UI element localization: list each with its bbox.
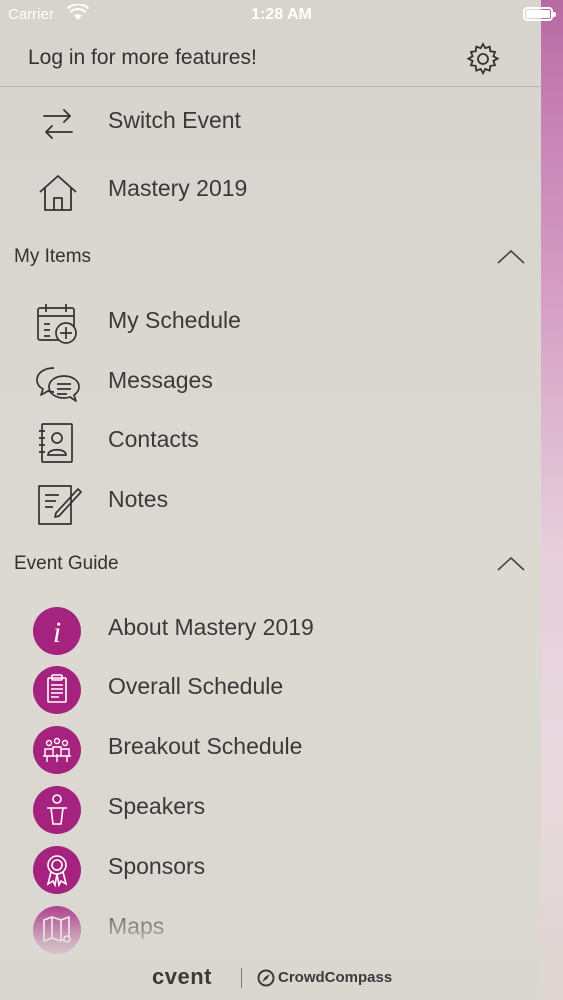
menu-item-contacts[interactable]: Contacts [0,413,541,469]
map-icon [33,906,81,954]
menu-item-label: Overall Schedule [108,673,284,699]
menu-item-my-schedule[interactable]: My Schedule [0,294,541,350]
home-icon [39,175,77,211]
menu-item-label: Speakers [108,793,206,819]
background-app-strip[interactable] [541,0,563,1000]
menu-item-about[interactable]: i About Mastery 2019 [0,601,541,657]
status-bar: Carrier 1:28 AM [0,0,563,30]
menu-item-label: Contacts [108,426,199,452]
svg-text:i: i [53,616,61,649]
menu-item-speakers[interactable]: Speakers [0,780,541,836]
podium-icon [33,786,81,834]
calendar-add-icon [37,304,77,344]
crowdcompass-logo: CrowdCompass [278,969,393,986]
navigation-drawer: Log in for more features! Switch Event M [0,0,541,1000]
chat-bubbles-icon [36,367,80,402]
menu-item-label: Maps [108,913,165,939]
footer-divider [241,968,242,988]
section-title: My Items [14,246,92,267]
login-prompt[interactable]: Log in for more features! [28,46,257,70]
crowdcompass-logo-icon [257,969,275,987]
menu-item-notes[interactable]: Notes [0,473,541,529]
info-icon: i [33,607,81,655]
menu-item-breakout-schedule[interactable]: Breakout Schedule [0,720,541,776]
menu-item-label: Mastery 2019 [108,175,248,201]
menu-item-sponsors[interactable]: Sponsors [0,840,541,896]
section-header-event-guide[interactable]: Event Guide [0,545,541,585]
drawer-header: Log in for more features! [0,30,541,87]
menu-item-label: Switch Event [108,107,241,133]
chevron-up-icon[interactable] [496,555,526,573]
menu-item-label: About Mastery 2019 [108,614,314,640]
notes-icon [38,485,82,525]
menu-item-label: Messages [108,367,213,393]
menu-item-maps[interactable]: Maps [0,900,541,956]
menu-item-mastery-2019[interactable]: Mastery 2019 [0,162,541,218]
footer-branding: cvent CrowdCompass [0,962,541,994]
award-ribbon-icon [33,846,81,894]
clock: 1:28 AM [251,6,312,23]
address-book-icon [39,423,73,463]
chevron-up-icon[interactable] [496,248,526,266]
menu-item-overall-schedule[interactable]: Overall Schedule [0,660,541,716]
section-header-my-items[interactable]: My Items [0,238,541,278]
menu-item-label: Breakout Schedule [108,733,303,759]
menu-item-label: Notes [108,486,169,512]
menu-item-label: My Schedule [108,307,241,333]
clipboard-icon [33,666,81,714]
battery-icon [523,7,556,21]
group-icon [33,726,81,774]
menu-item-label: Sponsors [108,853,206,879]
section-title: Event Guide [14,553,119,574]
gear-icon[interactable] [466,42,500,76]
switch-arrows-icon [43,109,73,139]
cvent-logo: cvent [152,964,212,989]
menu-item-messages[interactable]: Messages [0,354,541,410]
menu-item-switch-event[interactable]: Switch Event [0,94,541,150]
